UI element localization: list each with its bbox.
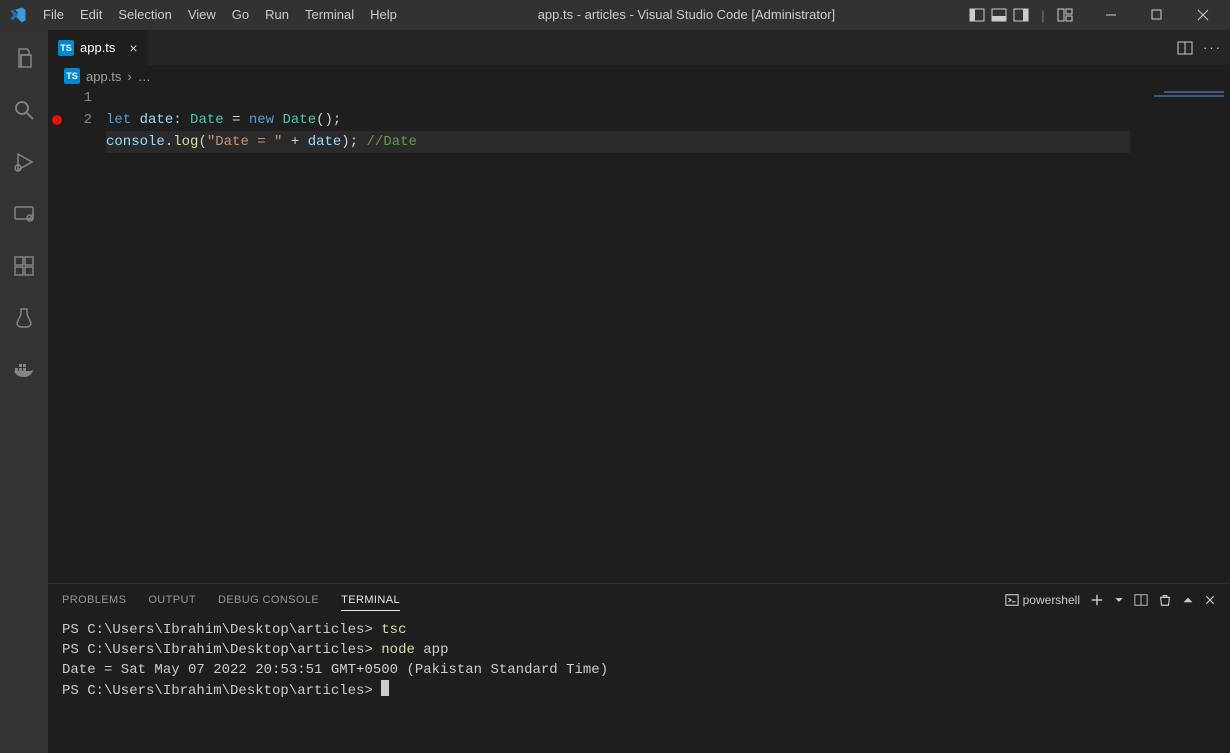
panel-tab-output[interactable]: OUTPUT (148, 590, 196, 610)
code-token: ( (198, 134, 206, 150)
terminal-line: PS C:\Users\Ibrahim\Desktop\articles> (62, 683, 389, 699)
activity-bar (0, 30, 48, 753)
code-editor[interactable]: 1 2 let date: Date = new Date(); console… (48, 87, 1230, 583)
terminal-shell-selector[interactable]: powershell (1005, 593, 1080, 607)
code-token: date (308, 134, 342, 150)
code-token: = (224, 112, 249, 128)
split-terminal-dropdown-icon[interactable] (1114, 595, 1124, 605)
docker-icon[interactable] (0, 350, 48, 390)
panel-tab-problems[interactable]: PROBLEMS (62, 590, 126, 610)
tab-app-ts[interactable]: TS app.ts × (48, 30, 149, 65)
menu-terminal[interactable]: Terminal (297, 0, 362, 30)
code-token: console (106, 134, 165, 150)
menu-view[interactable]: View (180, 0, 224, 30)
explorer-icon[interactable] (0, 38, 48, 78)
testing-icon[interactable] (0, 298, 48, 338)
breadcrumb-tail: … (138, 69, 151, 84)
code-token: (); (316, 112, 341, 128)
breakpoint-icon[interactable] (52, 115, 62, 125)
code-token: : (173, 112, 190, 128)
line-number-gutter: 1 2 (66, 87, 106, 583)
code-token (274, 112, 282, 128)
line-number: 1 (66, 87, 92, 109)
minimap[interactable] (1130, 87, 1230, 583)
line-number: 2 (66, 109, 92, 131)
run-debug-icon[interactable] (0, 142, 48, 182)
layout-right-icon[interactable] (1012, 6, 1030, 24)
panel-tab-terminal[interactable]: TERMINAL (341, 590, 400, 611)
breakpoint-gutter[interactable] (48, 87, 66, 583)
chevron-right-icon: › (127, 69, 131, 84)
terminal-shell-label: powershell (1023, 593, 1080, 607)
layout-bottom-icon[interactable] (990, 6, 1008, 24)
menu-selection[interactable]: Selection (110, 0, 179, 30)
breadcrumb-file: app.ts (86, 69, 121, 84)
close-panel-icon[interactable] (1204, 594, 1216, 606)
panel-tab-debug[interactable]: DEBUG CONSOLE (218, 590, 319, 610)
code-token: . (165, 134, 173, 150)
terminal-line: Date = Sat May 07 2022 20:53:51 GMT+0500… (62, 662, 608, 678)
editor-tabs: TS app.ts × ··· (48, 30, 1230, 65)
menu-bar: File Edit Selection View Go Run Terminal… (35, 0, 405, 30)
window-maximize-button[interactable] (1134, 0, 1180, 30)
typescript-file-icon: TS (64, 68, 80, 84)
menu-run[interactable]: Run (257, 0, 297, 30)
window-close-button[interactable] (1180, 0, 1226, 30)
layout-controls: | (968, 6, 1074, 24)
title-bar: File Edit Selection View Go Run Terminal… (0, 0, 1230, 30)
code-token: ); (341, 134, 366, 150)
menu-help[interactable]: Help (362, 0, 405, 30)
search-icon[interactable] (0, 90, 48, 130)
terminal-icon (1005, 593, 1019, 607)
typescript-file-icon: TS (58, 40, 74, 56)
code-token: new (249, 112, 274, 128)
new-terminal-button[interactable] (1090, 593, 1104, 607)
layout-customize-icon[interactable] (1056, 6, 1074, 24)
split-editor-icon[interactable] (1177, 40, 1193, 56)
terminal-line: PS C:\Users\Ibrahim\Desktop\articles> no… (62, 642, 448, 658)
kill-terminal-icon[interactable] (1158, 593, 1172, 607)
code-token: Date (190, 112, 224, 128)
maximize-panel-icon[interactable] (1182, 594, 1194, 606)
tab-close-button[interactable]: × (129, 40, 137, 56)
code-token: log (173, 134, 198, 150)
code-token: //Date (367, 134, 417, 150)
menu-go[interactable]: Go (224, 0, 257, 30)
terminal-output[interactable]: PS C:\Users\Ibrahim\Desktop\articles> ts… (48, 616, 1230, 717)
layout-left-icon[interactable] (968, 6, 986, 24)
terminal-cursor (381, 680, 389, 696)
terminal-line: PS C:\Users\Ibrahim\Desktop\articles> ts… (62, 622, 406, 638)
split-terminal-icon[interactable] (1134, 593, 1148, 607)
code-token: let (106, 112, 131, 128)
breadcrumb[interactable]: TS app.ts › … (48, 65, 1230, 87)
remote-explorer-icon[interactable] (0, 194, 48, 234)
menu-edit[interactable]: Edit (72, 0, 110, 30)
extensions-icon[interactable] (0, 246, 48, 286)
code-token: "Date = " (207, 134, 283, 150)
window-title: app.ts - articles - Visual Studio Code [… (405, 0, 968, 30)
tab-label: app.ts (80, 40, 115, 55)
code-token: + (282, 134, 307, 150)
code-token: date (140, 112, 174, 128)
panel: PROBLEMS OUTPUT DEBUG CONSOLE TERMINAL p… (48, 583, 1230, 753)
code-token: Date (283, 112, 317, 128)
menu-file[interactable]: File (35, 0, 72, 30)
panel-tabs: PROBLEMS OUTPUT DEBUG CONSOLE TERMINAL p… (48, 584, 1230, 616)
window-minimize-button[interactable] (1088, 0, 1134, 30)
vscode-logo-icon (0, 0, 35, 30)
more-actions-icon[interactable]: ··· (1203, 40, 1222, 55)
